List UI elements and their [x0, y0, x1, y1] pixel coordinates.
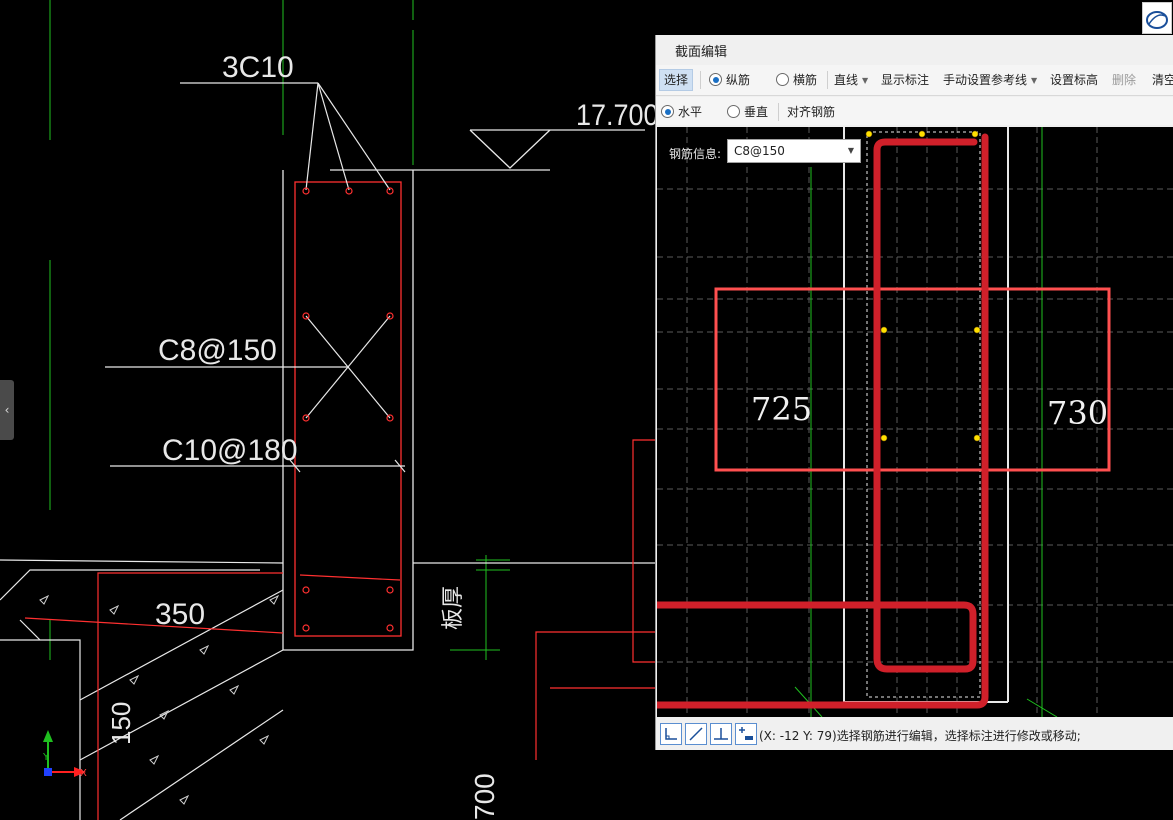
toolbar-separator: [700, 71, 701, 89]
dimension-box[interactable]: [714, 287, 1111, 472]
toolbar-secondary: 水平 垂直 对齐钢筋: [656, 97, 1173, 125]
delete-button[interactable]: 删除: [1112, 70, 1136, 90]
status-bar: (X: -12 Y: 79)选择钢筋进行编辑，选择标注进行修改或移动;: [656, 719, 1173, 750]
longitudinal-radio[interactable]: 纵筋: [709, 70, 750, 90]
transverse-label: 横筋: [793, 73, 818, 87]
transverse-radio[interactable]: 横筋: [776, 70, 817, 90]
vertical-radio-indicator: [727, 105, 740, 118]
longitudinal-radio-indicator: [709, 73, 722, 86]
top-rebar-label: 3C10: [222, 51, 294, 84]
panel-title: 截面编辑: [675, 45, 728, 60]
set-elevation-button[interactable]: 设置标高: [1050, 70, 1098, 90]
manual-ref-dropdown[interactable]: 手动设置参考线 ▼: [943, 70, 1037, 90]
rebar-info-select[interactable]: C8@150 ▼: [727, 139, 861, 163]
add-mode-button[interactable]: [735, 723, 757, 745]
slab-width-label: 350: [155, 598, 205, 631]
mode-perpendicular-icon: [714, 728, 728, 740]
elevation-label: 17.700: [576, 99, 659, 133]
corner-app-icon: [1146, 11, 1168, 29]
mode-line-icon: [689, 727, 703, 741]
panel-title-bar[interactable]: 截面编辑: [656, 35, 1173, 63]
line-type-dropdown[interactable]: 直线 ▼: [834, 70, 868, 90]
rebar-info-value: C8@150: [734, 144, 785, 158]
section-green-lines: [794, 127, 1058, 717]
dimension-left[interactable]: 725: [751, 390, 812, 428]
horizontal-label: 水平: [678, 105, 703, 119]
clear-button[interactable]: 清空: [1152, 70, 1173, 90]
slab-thickness-label: 150: [106, 702, 136, 745]
show-dims-button[interactable]: 显示标注: [881, 70, 929, 90]
horizontal-radio[interactable]: 水平: [661, 102, 702, 122]
toolbar-main: 选择 纵筋 横筋 直线 ▼ 显示标注 手动设置参考线 ▼ 设置标高 删除 清空: [656, 65, 1173, 96]
transverse-radio-indicator: [776, 73, 789, 86]
section-canvas[interactable]: 725 730 钢筋信息: C8@150 ▼: [657, 127, 1173, 717]
select-button[interactable]: 选择: [659, 69, 694, 91]
manual-ref-label: 手动设置参考线: [943, 73, 1028, 87]
bottom-dim-label: 700: [469, 773, 500, 820]
chevron-down-icon: ▼: [847, 146, 854, 155]
axis-x-label: X: [80, 768, 87, 779]
align-rebar-button[interactable]: 对齐钢筋: [787, 102, 835, 122]
rebar-info-label: 钢筋信息:: [669, 147, 722, 161]
top-rebar-leaders: [180, 82, 391, 191]
orthogonal-mode-button[interactable]: [660, 723, 682, 745]
side-collapse-tab[interactable]: ‹: [0, 380, 14, 440]
horizontal-radio-indicator: [661, 105, 674, 118]
section-drawing[interactable]: 725 730: [657, 127, 1173, 717]
vertical-label: 垂直: [744, 105, 769, 119]
elevation-marker: [330, 129, 645, 171]
chevron-down-icon: ▼: [862, 76, 869, 85]
section-edit-panel: 截面编辑 选择 纵筋 横筋 直线 ▼ 显示标注 手动设置参考线 ▼ 设置标高 删除 …: [655, 35, 1173, 750]
line-type-label: 直线: [834, 73, 859, 87]
longitudinal-label: 纵筋: [726, 73, 751, 87]
line-mode-button[interactable]: [685, 723, 707, 745]
stirrup-label: C8@150: [158, 334, 277, 367]
rebar-handles[interactable]: [865, 130, 981, 442]
vertical-label: 板厚: [440, 586, 465, 630]
vertical-radio[interactable]: 垂直: [727, 102, 768, 122]
axis-y-label: Y: [42, 752, 50, 763]
slab-rebar: [24, 572, 401, 820]
chevron-down-icon: ▼: [1031, 76, 1038, 85]
corner-app-button[interactable]: [1142, 2, 1172, 34]
side-rebar-label: C10@180: [162, 434, 298, 467]
mode-add-icon: [739, 727, 753, 740]
rebar-shape[interactable]: [657, 133, 989, 709]
right-red-lines: [535, 439, 655, 760]
toolbar-separator: [827, 71, 828, 89]
perpendicular-mode-button[interactable]: [710, 723, 732, 745]
dimension-right[interactable]: 730: [1047, 394, 1108, 432]
toolbar-separator: [778, 103, 779, 121]
status-message: (X: -12 Y: 79)选择钢筋进行编辑，选择标注进行修改或移动;: [759, 729, 1081, 743]
rebar-dots: [302, 187, 394, 632]
mode-orthogonal-icon: [665, 728, 677, 740]
